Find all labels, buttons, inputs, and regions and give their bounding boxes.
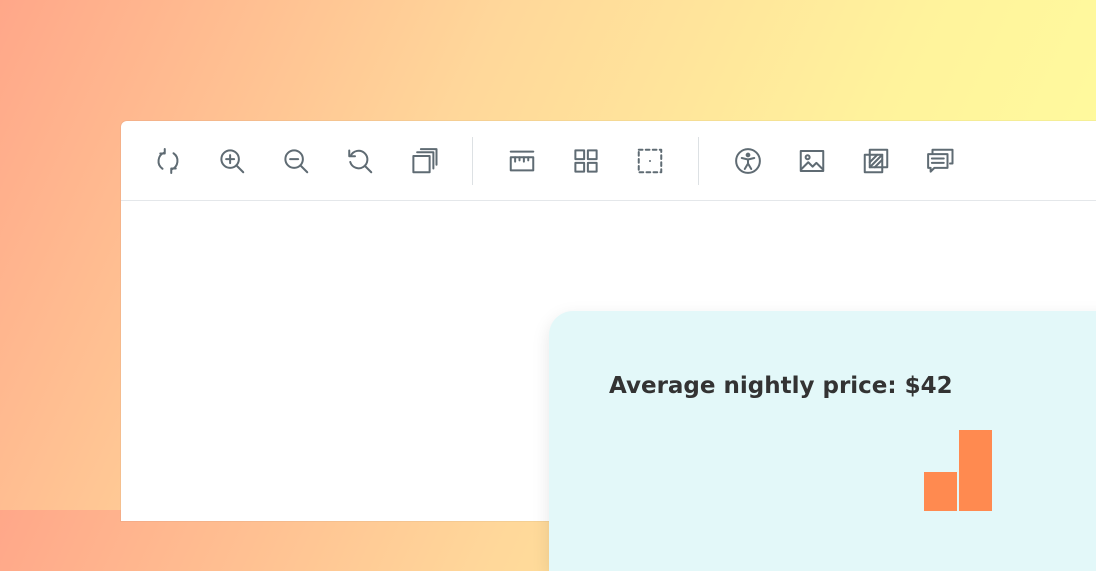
zoom-in-button[interactable] bbox=[216, 145, 248, 177]
card-title: Average nightly price: $42 bbox=[609, 373, 953, 399]
layers-button[interactable] bbox=[408, 145, 440, 177]
comments-button[interactable] bbox=[924, 145, 956, 177]
reset-zoom-button[interactable] bbox=[344, 145, 376, 177]
ruler-icon bbox=[509, 150, 535, 172]
zoom-in-icon bbox=[220, 149, 245, 174]
accessibility-button[interactable] bbox=[732, 145, 764, 177]
refresh-icon bbox=[157, 148, 179, 174]
accessibility-icon bbox=[735, 148, 761, 174]
price-card: Average nightly price: $42 bbox=[549, 311, 1096, 571]
toolbar-separator bbox=[698, 137, 699, 185]
overlay-icon bbox=[863, 148, 889, 174]
ruler-button[interactable] bbox=[506, 145, 538, 177]
toolbar bbox=[121, 121, 1096, 201]
reset-zoom-icon bbox=[348, 149, 373, 174]
chart-bar bbox=[959, 430, 992, 511]
select-area-button[interactable] bbox=[634, 145, 666, 177]
overlay-button[interactable] bbox=[860, 145, 892, 177]
zoom-out-icon bbox=[284, 149, 309, 174]
layers-icon bbox=[412, 148, 438, 174]
toolbar-separator bbox=[472, 137, 473, 185]
zoom-out-button[interactable] bbox=[280, 145, 312, 177]
refresh-button[interactable] bbox=[152, 145, 184, 177]
comments-icon bbox=[927, 148, 954, 173]
image-button[interactable] bbox=[796, 145, 828, 177]
grid-icon bbox=[574, 149, 598, 173]
chart-bar bbox=[924, 472, 957, 511]
image-icon bbox=[799, 150, 825, 172]
grid-button[interactable] bbox=[570, 145, 602, 177]
select-area-icon bbox=[637, 148, 663, 174]
app-window: Average nightly price: $42 bbox=[121, 121, 1096, 571]
canvas-area: Average nightly price: $42 bbox=[121, 201, 1096, 571]
